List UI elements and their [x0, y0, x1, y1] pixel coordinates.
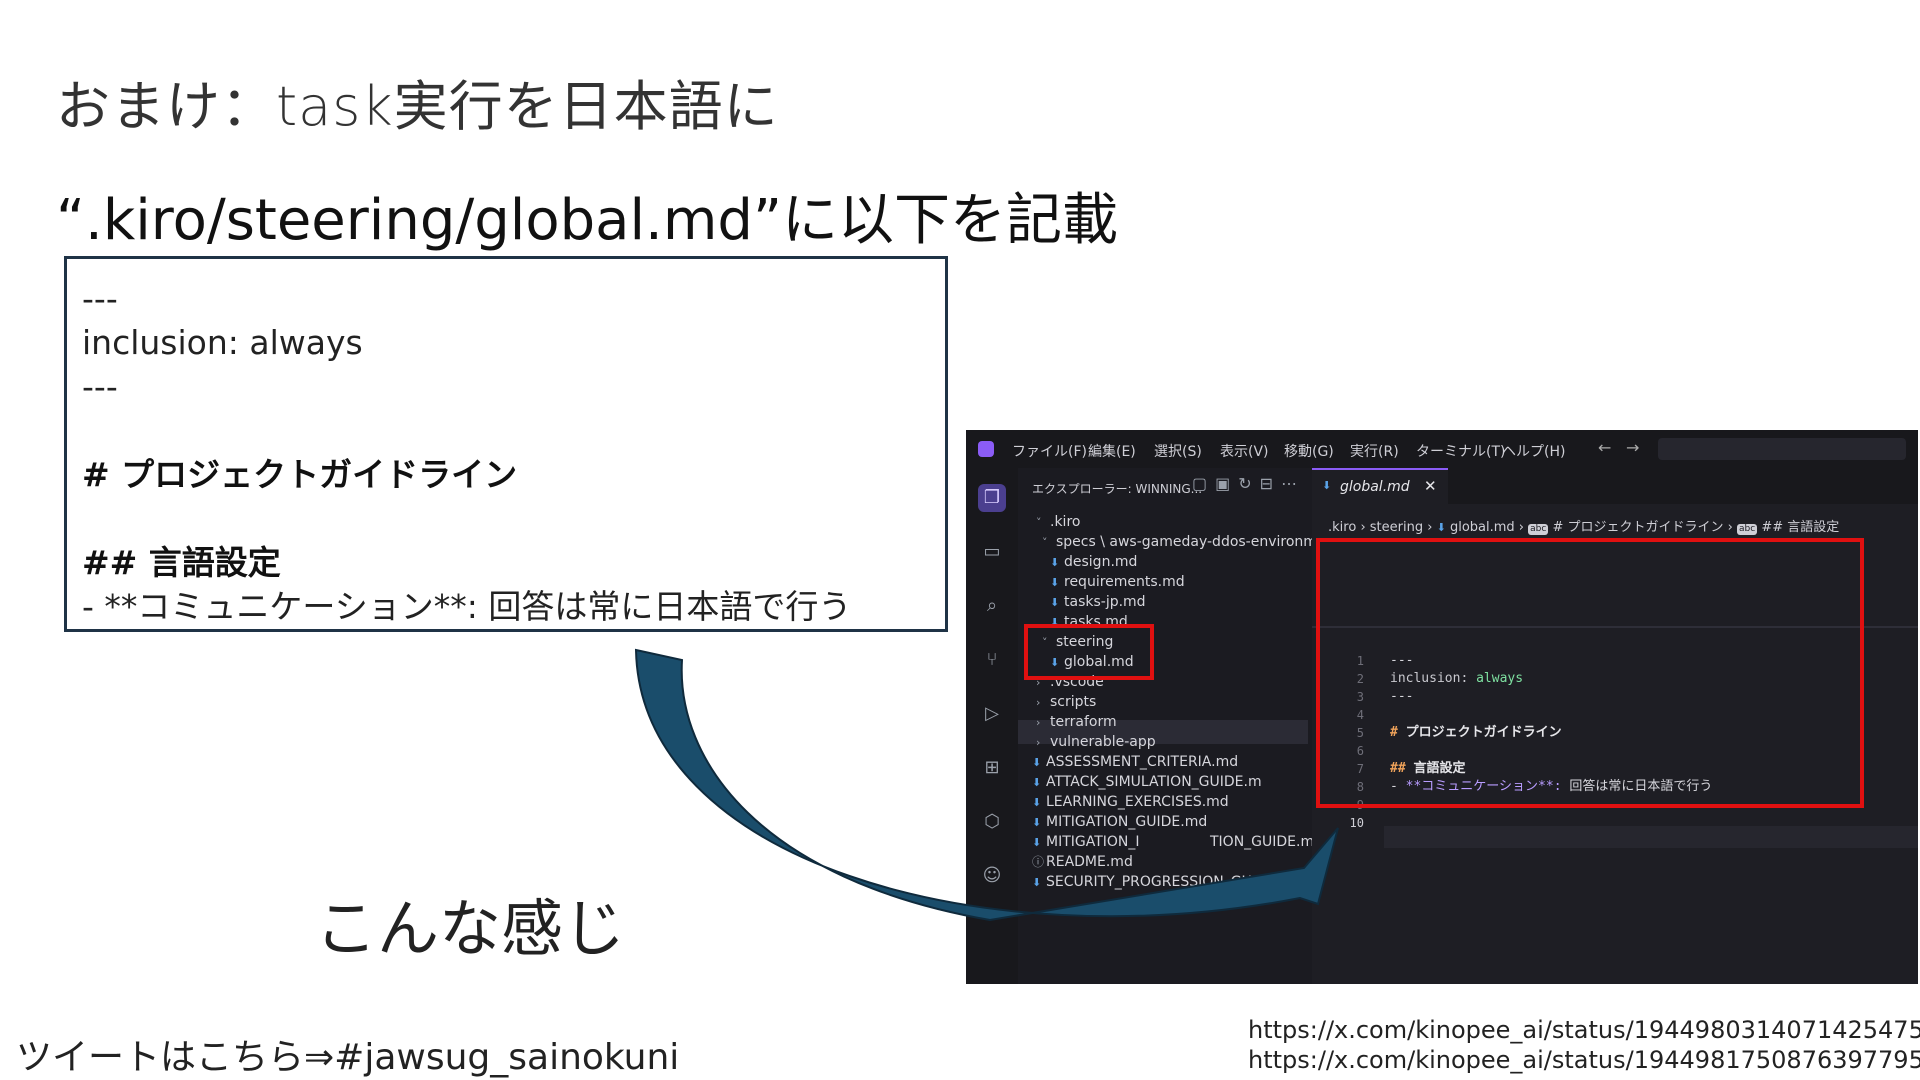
- curved-arrow: [634, 648, 1339, 922]
- arrow-shape: [634, 648, 1339, 922]
